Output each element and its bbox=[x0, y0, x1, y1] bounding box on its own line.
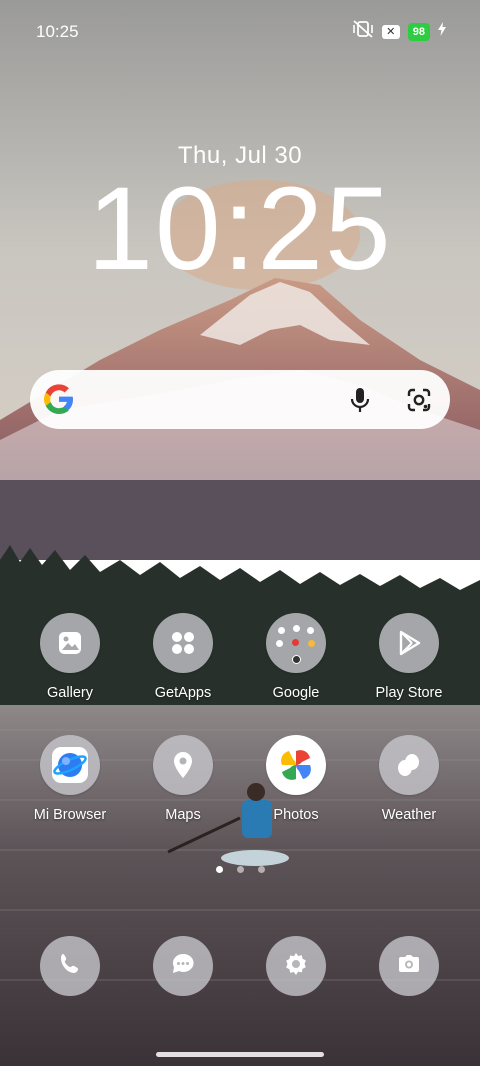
camera-icon bbox=[396, 951, 422, 982]
app-weather[interactable]: Weather bbox=[354, 735, 464, 823]
status-icons: ✕ 98 bbox=[352, 20, 446, 43]
app-photos[interactable]: Photos bbox=[241, 735, 351, 823]
google-search-bar[interactable] bbox=[30, 370, 450, 429]
status-time: 10:25 bbox=[36, 22, 79, 41]
app-label: Google bbox=[272, 685, 320, 701]
gallery-icon bbox=[40, 613, 100, 673]
home-indicator[interactable] bbox=[156, 1052, 324, 1057]
google-lens-icon[interactable] bbox=[405, 386, 433, 414]
weather-icon bbox=[379, 735, 439, 795]
phone-icon bbox=[57, 951, 83, 982]
battery-level: 98 bbox=[407, 22, 430, 41]
page-dot-active[interactable] bbox=[215, 866, 223, 873]
clock-widget[interactable]: 10:25 bbox=[0, 170, 480, 288]
app-mi-browser[interactable]: Mi Browser bbox=[15, 735, 125, 823]
page-dot[interactable] bbox=[257, 866, 265, 873]
app-label: Maps bbox=[165, 807, 201, 823]
play-store-icon bbox=[379, 613, 439, 673]
dock-settings-button[interactable] bbox=[266, 936, 326, 996]
charging-bolt-icon bbox=[438, 22, 446, 41]
dock-phone-button[interactable] bbox=[40, 936, 100, 996]
page-dot[interactable] bbox=[236, 866, 244, 873]
vibrate-off-icon bbox=[352, 20, 374, 43]
app-label: Weather bbox=[381, 807, 437, 823]
messages-icon bbox=[170, 951, 196, 982]
app-label: GetApps bbox=[154, 685, 212, 701]
app-google-folder[interactable]: Google bbox=[241, 613, 351, 701]
status-bar: 10:25 ✕ 98 bbox=[0, 0, 480, 62]
maps-icon bbox=[153, 735, 213, 795]
app-label: Gallery bbox=[47, 685, 93, 701]
settings-icon bbox=[283, 951, 309, 982]
app-gallery[interactable]: Gallery bbox=[15, 613, 125, 701]
browser-icon bbox=[40, 735, 100, 795]
app-label: Play Store bbox=[375, 685, 443, 701]
mic-icon[interactable] bbox=[346, 385, 374, 415]
app-label: Photos bbox=[273, 807, 319, 823]
page-indicator[interactable] bbox=[0, 866, 480, 873]
photos-icon bbox=[266, 735, 326, 795]
app-label: Mi Browser bbox=[33, 807, 107, 823]
app-play-store[interactable]: Play Store bbox=[354, 613, 464, 701]
dock-messages-button[interactable] bbox=[153, 936, 213, 996]
google-g-logo bbox=[42, 382, 76, 416]
app-maps[interactable]: Maps bbox=[128, 735, 238, 823]
dock-camera-button[interactable] bbox=[379, 936, 439, 996]
x-badge-icon: ✕ bbox=[381, 24, 400, 39]
getapps-icon bbox=[153, 613, 213, 673]
app-getapps[interactable]: GetApps bbox=[128, 613, 238, 701]
folder-icon bbox=[266, 613, 326, 673]
